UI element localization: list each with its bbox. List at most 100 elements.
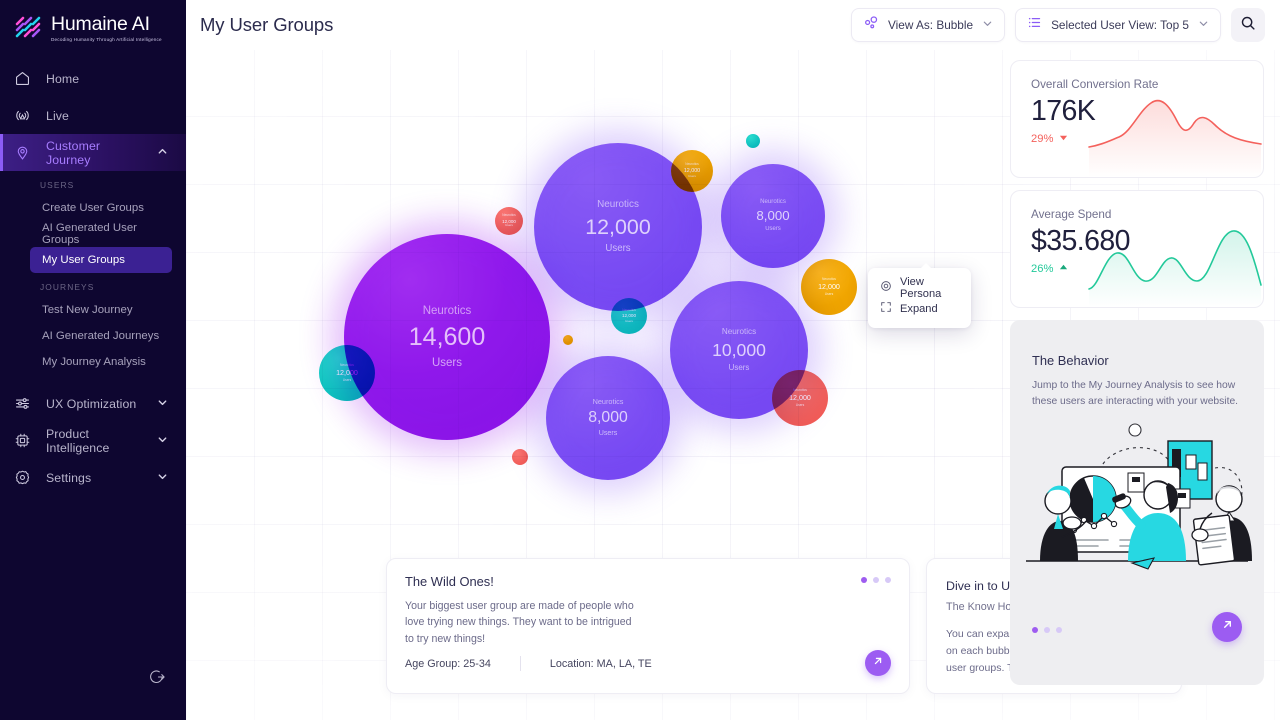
sidebar-item-settings[interactable]: Settings [0,459,186,496]
selected-user-view-dropdown[interactable]: Selected User View: Top 5 [1015,8,1221,42]
bubble-group-name: Neurotics [622,309,635,313]
bubble-12000[interactable]: Neurotics12,000Users [495,207,523,235]
logout-icon[interactable] [149,668,167,691]
brand-name: Humaine AI [51,14,162,34]
sidebar-section-journeys: JOURNEYS [0,273,186,297]
sidebar-subitem-my-user-groups[interactable]: My User Groups [30,247,172,273]
eye-icon [880,280,892,295]
bubble-12000[interactable]: Neurotics12,000Users [319,345,375,401]
stat-card-average-spend[interactable]: Average Spend $35.680 26% [1010,190,1264,308]
age-group-label: Age Group: 25-34 [405,658,491,670]
sidebar-item-live[interactable]: Live [0,97,186,134]
pagination-dot[interactable] [1044,627,1050,633]
sliders-icon [12,394,32,414]
bubble-unit: Users [765,226,781,233]
bubble-group-name: Neurotics [340,364,354,368]
chevron-up-icon[interactable] [157,144,168,162]
bubble-unit: Users [625,320,633,323]
bubble-value: 8,000 [588,409,628,427]
home-icon [12,69,32,89]
view-as-label: View As: Bubble [888,18,973,32]
bubble-value: 10,000 [712,340,766,360]
selected-user-view-label: Selected User View: Top 5 [1051,18,1189,32]
sidebar-section-users: USERS [0,171,186,195]
behavior-action-button[interactable] [1212,612,1242,642]
topbar: My User Groups View As: Bubble [186,0,1280,50]
card-title: The Wild Ones! [405,574,891,589]
humaine-logo-icon [14,15,44,41]
bubble-group-name: Neurotics [593,398,624,406]
pagination-dot[interactable] [861,577,867,583]
brand-logo[interactable]: Humaine AI Decoding Humanity Through Art… [0,0,186,46]
chevron-down-icon[interactable] [157,469,168,487]
bubble-unit: Users [688,175,696,178]
sidebar-item-home[interactable]: Home [0,60,186,97]
card-meta: Age Group: 25-34 Location: MA, LA, TE [405,656,652,671]
sidebar-subitem-ai-generated-user-groups[interactable]: AI Generated User Groups [30,221,172,247]
sparkline-up-icon [1087,211,1263,307]
sidebar-item-customer-journey[interactable]: Customer Journey [0,134,186,171]
context-menu-item-view-persona[interactable]: View Persona [868,277,971,298]
topbar-actions: View As: Bubble [851,8,1265,42]
bubble-unit: Users [599,430,618,438]
card-title: The Behavior [1032,353,1242,368]
bubble-unit: Users [605,244,630,255]
page-title: My User Groups [200,14,333,36]
sidebar-item-label: Home [46,72,79,86]
list-icon [1027,15,1042,35]
stat-delta-value: 26% [1031,263,1053,275]
behavior-pagination-dots[interactable] [1032,627,1062,633]
bubble-chart-icon [863,15,879,36]
bubble-context-menu[interactable]: View Persona Expand [868,268,971,328]
sidebar-subitem-test-new-journey[interactable]: Test New Journey [30,297,172,323]
chevron-down-icon[interactable] [1198,16,1209,34]
card-action-button[interactable] [865,650,891,676]
sidebar-subitem-my-journey-analysis[interactable]: My Journey Analysis [30,349,172,375]
pagination-dot[interactable] [1032,627,1038,633]
bubble-value: 12,000 [622,313,636,318]
chevron-down-icon[interactable] [982,16,993,34]
stat-card-overall-conversion-rate[interactable]: Overall Conversion Rate 176K 29% [1010,60,1264,178]
bubble-dot[interactable] [746,134,760,148]
chevron-down-icon[interactable] [157,395,168,413]
sidebar-item-label: Product Intelligence [46,427,143,455]
bubble-group-name: Neurotics [685,163,698,167]
brand-tagline: Decoding Humanity Through Artificial Int… [51,36,162,43]
card-pagination-dots[interactable] [861,577,891,583]
sidebar-item-label: Settings [46,471,91,485]
bubble-value: 12,000 [818,283,840,291]
context-menu-item-expand[interactable]: Expand [868,298,971,319]
gear-icon [12,468,32,488]
bubble-unit: Users [343,379,351,383]
bubble-group-name: Neurotics [722,328,756,337]
bubble-dot[interactable] [512,449,528,465]
bubble-12000[interactable]: Neurotics12,000Users [772,370,828,426]
bubble-12000[interactable]: Neurotics12,000 Users [611,298,647,334]
pagination-dot[interactable] [873,577,879,583]
bubble-8000[interactable]: Neurotics8,000Users [721,164,825,268]
card-the-wild-ones[interactable]: The Wild Ones! Your biggest user group a… [386,558,910,694]
bubble-12000[interactable]: Neurotics12,000Users [671,150,713,192]
sidebar-item-product-intelligence[interactable]: Product Intelligence [0,422,186,459]
sidebar-nav: Home Live [0,60,186,496]
view-as-dropdown[interactable]: View As: Bubble [851,8,1005,42]
sidebar-item-ux-optimization[interactable]: UX Optimization [0,385,186,422]
bubble-14600[interactable]: Neurotics14,600Users [344,234,550,440]
bubble-dot[interactable] [563,335,573,345]
card-the-behavior[interactable]: The Behavior Jump to the My Journey Anal… [1010,320,1264,685]
bubble-value: 12,000 [789,394,811,402]
chevron-down-icon[interactable] [157,432,168,450]
pagination-dot[interactable] [885,577,891,583]
arrow-down-icon [1059,133,1068,145]
sidebar-subitem-create-user-groups[interactable]: Create User Groups [30,195,172,221]
location-pin-icon [12,143,32,163]
pagination-dot[interactable] [1056,627,1062,633]
sidebar-subitem-ai-generated-journeys[interactable]: AI Generated Journeys [30,323,172,349]
bubble-group-name: Neurotics [423,305,472,318]
arrow-up-icon [1059,263,1068,275]
location-label: Location: MA, LA, TE [550,658,652,670]
bubble-12000[interactable]: Neurotics12,000Users [801,259,857,315]
sidebar-item-label: Live [46,109,69,123]
bubble-8000[interactable]: Neurotics 8,000 Users [546,356,670,480]
search-button[interactable] [1231,8,1265,42]
